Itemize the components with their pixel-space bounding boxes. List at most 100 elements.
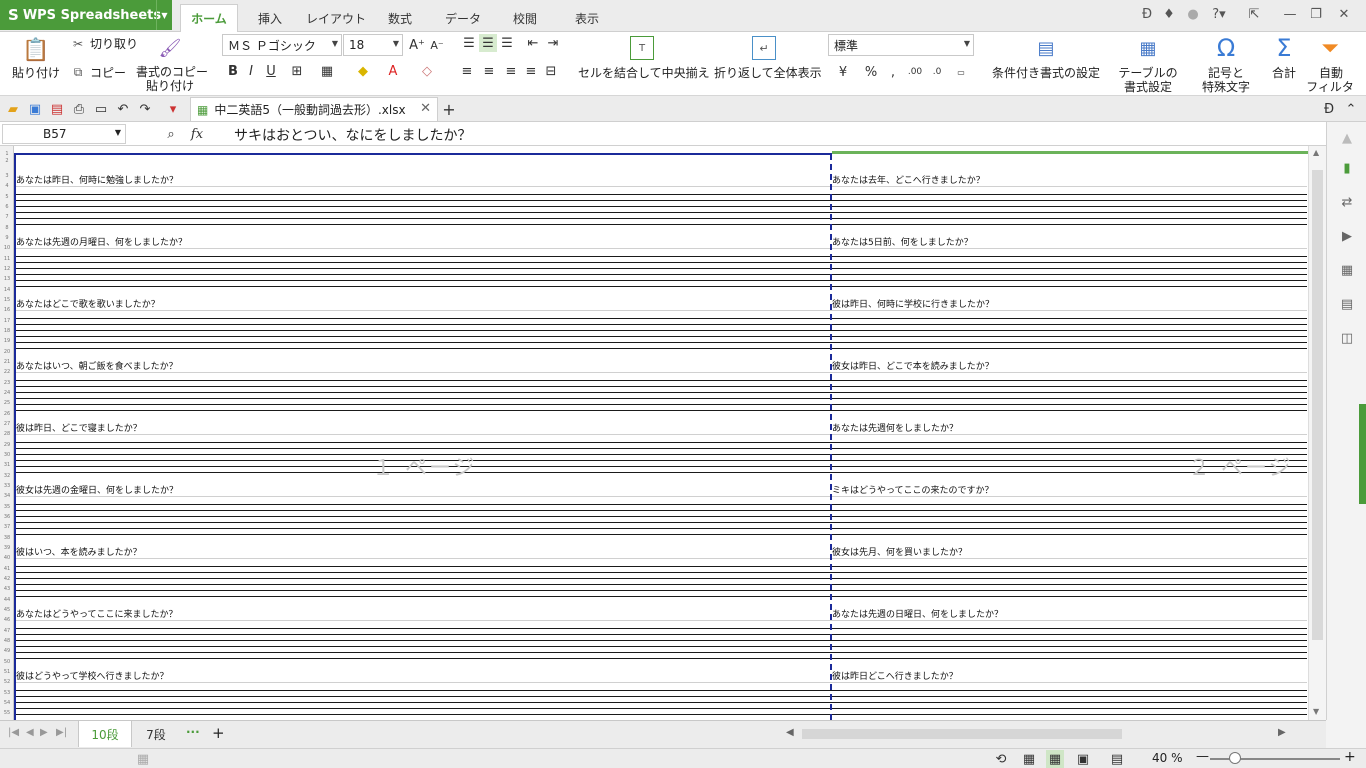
bold-button[interactable]: B xyxy=(224,62,242,80)
number-format-select[interactable]: 標準 ▼ xyxy=(828,34,974,56)
row-number[interactable]: 5 xyxy=(0,194,14,200)
table-style-icon[interactable]: ▦ xyxy=(1136,36,1160,60)
percent-button[interactable]: % xyxy=(862,63,880,81)
table-style-line2[interactable]: 書式設定 xyxy=(1116,80,1180,94)
first-sheet-icon[interactable]: |◀ xyxy=(8,727,19,738)
row-number[interactable]: 37 xyxy=(0,524,14,530)
right-question-cell-row-51[interactable]: 彼は昨日どこへ行きましたか？ xyxy=(832,669,958,682)
align-left-icon[interactable]: ≡ xyxy=(458,62,476,80)
sheet-tab-7dan[interactable]: 7段 xyxy=(134,721,178,747)
left-question-cell-row-3[interactable]: あなたは昨日、何時に勉強しましたか？ xyxy=(16,173,178,186)
row-number[interactable]: 3 xyxy=(0,173,14,179)
filter-icon[interactable]: ⏷ xyxy=(1318,34,1342,62)
redo-icon[interactable]: ↷ xyxy=(136,100,154,118)
row-number[interactable]: 15 xyxy=(0,297,14,303)
row-number[interactable]: 4 xyxy=(0,183,14,189)
shirt-icon[interactable]: ♦ xyxy=(1160,4,1178,24)
document-icon[interactable]: ▤ xyxy=(1337,294,1357,314)
page-layout-view-icon[interactable]: ▣ xyxy=(1074,750,1092,768)
merge-center-icon[interactable]: T xyxy=(630,36,654,60)
format-copy-label[interactable]: 書式のコピー xyxy=(136,65,208,79)
app-menu-button[interactable]: S WPS Spreadsheets ▼ xyxy=(0,0,172,30)
row-number[interactable]: 13 xyxy=(0,276,14,282)
next-sheet-icon[interactable]: ▶ xyxy=(40,727,48,738)
more-sheets-icon[interactable]: ··· xyxy=(186,725,200,739)
zoom-slider-knob[interactable] xyxy=(1229,752,1241,764)
normal-view-icon[interactable]: ▦ xyxy=(1020,750,1038,768)
row-number[interactable]: 27 xyxy=(0,421,14,427)
row-number[interactable]: 31 xyxy=(0,462,14,468)
skin-small-icon[interactable]: Ð xyxy=(1320,100,1338,118)
right-question-cell-row-45[interactable]: あなたは先週の日曜日、何をしましたか？ xyxy=(832,607,1003,620)
right-question-cell-row-21[interactable]: 彼女は昨日、どこで本を読みましたか？ xyxy=(832,359,994,372)
row-number[interactable]: 7 xyxy=(0,214,14,220)
clear-format-icon[interactable]: ◇ xyxy=(418,62,436,80)
row-number[interactable]: 51 xyxy=(0,669,14,675)
left-question-cell-row-15[interactable]: あなたはどこで歌を歌いましたか？ xyxy=(16,297,160,310)
restore-ribbon-icon[interactable]: ⇱ xyxy=(1244,4,1264,24)
row-number[interactable]: 9 xyxy=(0,235,14,241)
table-style-line1[interactable]: テーブルの xyxy=(1116,66,1180,80)
open-folder-icon[interactable]: ▰ xyxy=(4,100,22,118)
row-number[interactable]: 32 xyxy=(0,473,14,479)
page-break-view-icon[interactable]: ▦ xyxy=(1046,750,1064,768)
underline-button[interactable]: U xyxy=(262,62,280,80)
row-number[interactable]: 36 xyxy=(0,514,14,520)
right-question-cell-row-9[interactable]: あなたは5日前、何をしましたか？ xyxy=(832,235,973,248)
row-number[interactable]: 55 xyxy=(0,710,14,716)
indent-increase-icon[interactable]: ⇥ xyxy=(544,34,562,52)
sigma-icon[interactable]: Σ xyxy=(1270,34,1298,62)
row-number[interactable]: 54 xyxy=(0,700,14,706)
wrap-text-icon[interactable]: ↵ xyxy=(752,36,776,60)
increase-decimal-icon[interactable]: .00 xyxy=(906,63,924,81)
row-number[interactable]: 44 xyxy=(0,597,14,603)
zoom-in-icon[interactable]: + xyxy=(1344,749,1356,765)
align-right-icon[interactable]: ≡ xyxy=(502,62,520,80)
row-number[interactable]: 45 xyxy=(0,607,14,613)
left-question-cell-row-27[interactable]: 彼は昨日、どこで寝ましたか？ xyxy=(16,421,142,434)
close-icon[interactable]: ✕ xyxy=(1334,4,1354,24)
zoom-out-icon[interactable]: — xyxy=(1196,749,1209,764)
slides-icon[interactable]: ▶ xyxy=(1337,226,1357,246)
row-number[interactable]: 20 xyxy=(0,349,14,355)
prev-sheet-icon[interactable]: ◀ xyxy=(26,727,34,738)
paste-button[interactable]: 貼り付け xyxy=(8,66,64,80)
worksheet-grid[interactable]: 1 2 3 4 5 6 7 8 9 10 11 12 13 14 15 16 17 18 19 20 21 22 23 24 2… xyxy=(0,146,1326,720)
row-header[interactable]: 1 2 3 4 5 6 7 8 9 10 11 12 13 14 15 16 17 18 19 20 21 22 23 24 2… xyxy=(0,146,14,720)
cut-button[interactable]: 切り取り xyxy=(90,37,138,51)
layout-grid-icon[interactable]: ▦ xyxy=(1337,260,1357,280)
chevron-down-icon[interactable]: ▼ xyxy=(156,0,172,30)
tab-data[interactable]: データ xyxy=(438,6,488,30)
save-icon[interactable]: ▣ xyxy=(26,100,44,118)
currency-icon[interactable]: ¥ xyxy=(834,63,852,81)
chevron-down-icon[interactable]: ▼ xyxy=(115,128,121,137)
tab-home[interactable]: ホーム xyxy=(180,4,238,32)
right-question-cell-row-15[interactable]: 彼は昨日、何時に学校に行きましたか？ xyxy=(832,297,994,310)
left-question-cell-row-51[interactable]: 彼はどうやって学校へ行きましたか？ xyxy=(16,669,169,682)
vertical-scrollbar[interactable]: ▲ ▼ xyxy=(1308,146,1326,720)
tab-formulas[interactable]: 数式 xyxy=(378,6,422,30)
vertical-scroll-thumb[interactable] xyxy=(1312,170,1323,640)
minimize-icon[interactable]: — xyxy=(1280,4,1300,24)
align-middle-icon[interactable]: ☰ xyxy=(479,34,497,52)
scroll-top-icon[interactable]: ▲ xyxy=(1337,128,1357,148)
row-number[interactable]: 41 xyxy=(0,566,14,572)
row-number[interactable]: 48 xyxy=(0,638,14,644)
row-number[interactable]: 30 xyxy=(0,452,14,458)
add-sheet-icon[interactable]: + xyxy=(212,724,225,742)
row-number[interactable]: 46 xyxy=(0,617,14,623)
skin-icon[interactable]: Ð xyxy=(1138,4,1156,24)
row-number[interactable]: 29 xyxy=(0,442,14,448)
row-number[interactable]: 14 xyxy=(0,287,14,293)
omega-icon[interactable]: Ω xyxy=(1212,34,1240,62)
justify-icon[interactable]: ≡ xyxy=(522,62,540,80)
pdf-icon[interactable]: ▤ xyxy=(48,100,66,118)
row-number[interactable]: 12 xyxy=(0,266,14,272)
row-number[interactable]: 39 xyxy=(0,545,14,551)
cell-style-icon[interactable]: ▦ xyxy=(318,62,336,80)
new-tab-icon[interactable]: + xyxy=(440,100,458,119)
row-number[interactable]: 18 xyxy=(0,328,14,334)
row-number[interactable]: 19 xyxy=(0,338,14,344)
tab-insert[interactable]: 挿入 xyxy=(248,6,292,30)
row-number[interactable]: 22 xyxy=(0,369,14,375)
